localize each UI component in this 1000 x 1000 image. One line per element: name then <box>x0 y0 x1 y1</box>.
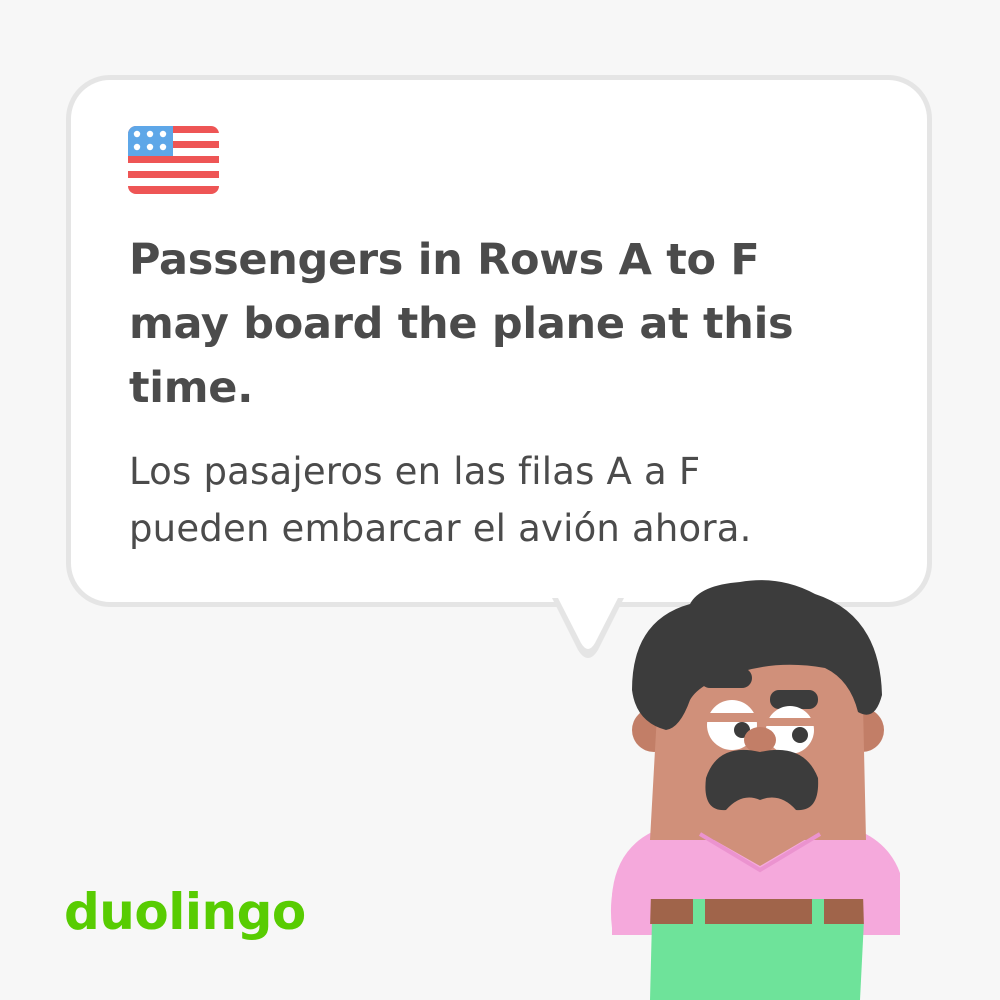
english-sentence: Passengers in Rows A to F may board the … <box>129 235 794 413</box>
mustached-man-character <box>610 580 900 1000</box>
promo-card: Passengers in Rows A to F may board the … <box>0 0 1000 1000</box>
duolingo-logo: duolingo <box>64 883 306 941</box>
us-flag-icon <box>128 126 219 194</box>
spanish-translation: Los pasajeros en las filas A a F pueden … <box>129 450 752 550</box>
